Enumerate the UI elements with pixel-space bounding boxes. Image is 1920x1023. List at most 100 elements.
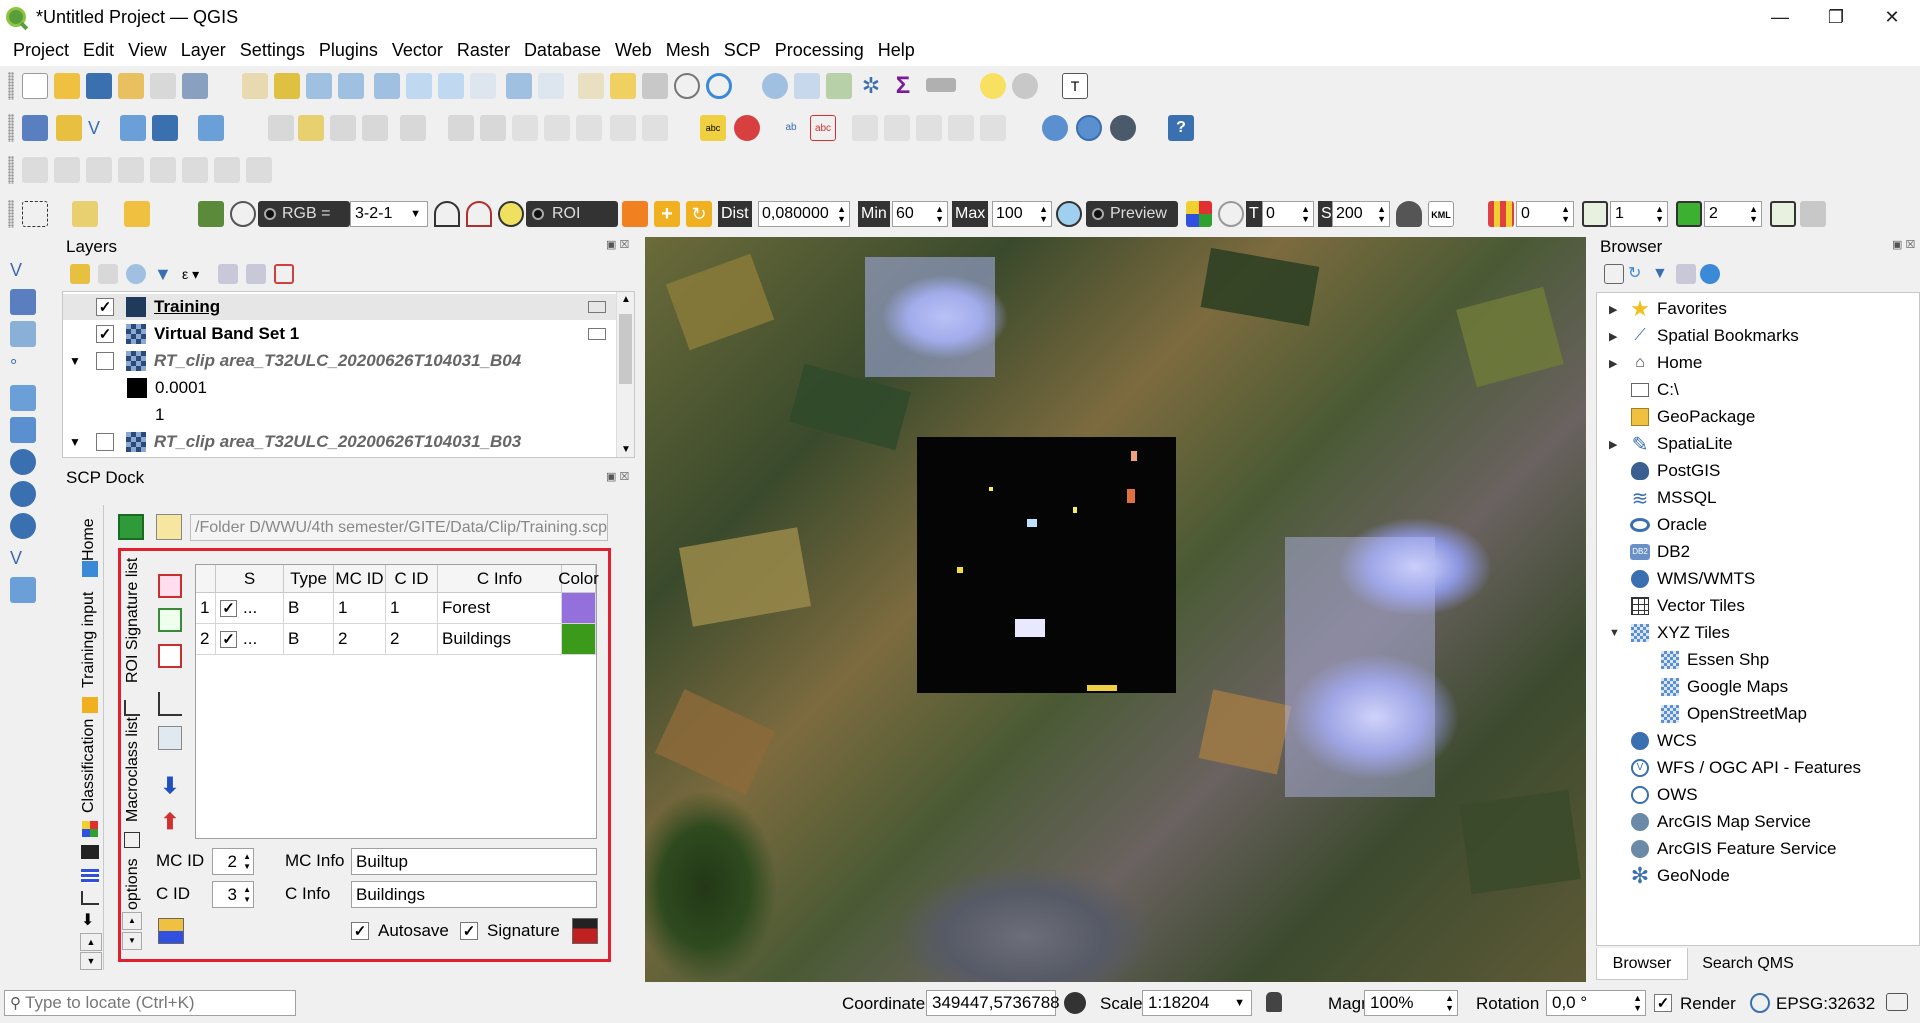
add-vector-layer-icon[interactable] xyxy=(56,115,82,141)
menu-scp[interactable]: SCP xyxy=(717,40,768,61)
mc-info-input[interactable]: Builtup xyxy=(351,848,597,875)
filter-legend-icon[interactable]: ▼ xyxy=(154,264,174,284)
tab-scroll-up-icon[interactable]: ▲ xyxy=(80,933,102,951)
tab-classification[interactable]: Classification xyxy=(80,719,98,813)
mc-id-spinbox[interactable]: 2 ▲ ▼ xyxy=(212,848,254,875)
new-bookmark-icon[interactable] xyxy=(610,73,636,99)
inner-tab-scroll-down-icon[interactable]: ▼ xyxy=(122,932,142,950)
zoom-to-temp-roi-icon[interactable] xyxy=(498,201,524,227)
c-id-cell[interactable]: 1 xyxy=(386,593,438,624)
scroll-down-icon[interactable]: ▼ xyxy=(621,444,631,455)
layer-checkbox[interactable]: ✓ xyxy=(96,325,114,343)
rotate-feature-icon[interactable] xyxy=(54,157,80,183)
filter-expression-icon[interactable]: ε ▾ xyxy=(182,264,212,284)
expand-arrow-icon[interactable]: ▶ xyxy=(1609,438,1617,451)
browser-dock-buttons[interactable]: ▣ ☒ xyxy=(1892,238,1915,251)
preview-toggle[interactable]: Preview xyxy=(1086,201,1178,227)
classification-preview-icon[interactable] xyxy=(1186,201,1212,227)
add-geopackage-icon[interactable] xyxy=(10,385,36,411)
browser-item-wfs[interactable]: V WFS / OGC API - Features xyxy=(1629,755,1861,781)
paste-features-icon[interactable] xyxy=(576,115,602,141)
add-delimited-text-icon[interactable]: V xyxy=(88,115,114,141)
browser-item-spatial-bookmarks[interactable]: ⟋ Spatial Bookmarks xyxy=(1629,323,1798,349)
add-group-icon[interactable] xyxy=(98,264,118,284)
advanced-digitizing-icon[interactable] xyxy=(22,157,48,183)
text-annotation-icon[interactable]: T xyxy=(1062,73,1088,99)
layer-styling-icon[interactable] xyxy=(70,264,90,284)
collapse-all-icon[interactable] xyxy=(246,264,266,284)
render-checkbox[interactable]: ✓ xyxy=(1654,994,1672,1012)
new-vector-layer-icon[interactable] xyxy=(198,115,224,141)
fill-ring-icon[interactable] xyxy=(182,157,208,183)
column-header-c-info[interactable]: C Info xyxy=(438,565,562,593)
expand-arrow-icon[interactable]: ▶ xyxy=(1609,357,1617,370)
zoom-last-icon[interactable] xyxy=(506,73,532,99)
expand-all-icon[interactable] xyxy=(218,264,238,284)
browser-item-postgis[interactable]: PostGIS xyxy=(1629,458,1720,484)
mc-id-cell[interactable]: 2 xyxy=(334,624,386,655)
layer-checkbox[interactable]: ✓ xyxy=(96,298,114,316)
delete-selected-icon[interactable] xyxy=(480,115,506,141)
map-canvas[interactable] xyxy=(645,237,1586,982)
browser-item-geopackage[interactable]: GeoPackage xyxy=(1629,404,1755,430)
browser-item-xyz-tiles[interactable]: XYZ Tiles xyxy=(1629,620,1730,646)
max-spinbox[interactable]: 100 ▲ ▼ xyxy=(992,201,1052,227)
open-training-file-icon[interactable] xyxy=(156,514,182,540)
scp-tool-1-icon[interactable] xyxy=(1582,201,1608,227)
copy-features-icon[interactable] xyxy=(544,115,570,141)
browser-refresh-icon[interactable]: ↻ xyxy=(1628,264,1648,284)
download-tab-icon[interactable]: ⬇ xyxy=(81,913,99,929)
c-id-spinbox[interactable]: 3 ▲ ▼ xyxy=(212,881,254,908)
layer-row-b03[interactable]: ▼ RT_clip area_T32ULC_20200626T104031_B0… xyxy=(63,429,618,455)
simplify-feature-icon[interactable] xyxy=(86,157,112,183)
browser-item-ows[interactable]: OWS xyxy=(1629,782,1698,808)
menu-edit[interactable]: Edit xyxy=(76,40,121,61)
add-part-icon[interactable] xyxy=(150,157,176,183)
add-virtual-layer-icon[interactable] xyxy=(10,577,36,603)
zoom-in-icon[interactable] xyxy=(306,73,332,99)
layer-indicator-icon[interactable] xyxy=(588,301,606,313)
scp-main-interface-icon[interactable] xyxy=(198,201,224,227)
toggle-editing-icon[interactable] xyxy=(298,115,324,141)
column-header-s[interactable]: S xyxy=(216,565,284,593)
menu-view[interactable]: View xyxy=(121,40,174,61)
activate-roi-pointer-icon[interactable]: + xyxy=(654,201,680,227)
diagram-icon[interactable] xyxy=(734,115,760,141)
local-cumulative-stretch-icon[interactable] xyxy=(434,201,460,227)
coordinate-field[interactable]: 349447,5736788 xyxy=(926,990,1060,1016)
new-map-view-icon[interactable] xyxy=(578,73,604,99)
select-by-expression-icon[interactable] xyxy=(72,201,98,227)
row-checkbox[interactable]: ✓ xyxy=(220,630,237,648)
minimize-button[interactable]: — xyxy=(1752,0,1808,34)
type-cell[interactable]: B xyxy=(284,593,334,624)
quickmapservices-icon[interactable] xyxy=(1042,115,1068,141)
add-vector-icon[interactable]: V xyxy=(10,257,36,283)
browser-item-db2[interactable]: DB2 DB2 xyxy=(1629,539,1690,565)
rgb-combo[interactable]: 3-2-1 ▼ xyxy=(350,201,428,227)
transparency-spinbox[interactable]: 0 ▲ ▼ xyxy=(1262,201,1314,227)
browser-item-mssql[interactable]: ≋ MSSQL xyxy=(1629,485,1717,511)
browser-item-essen-shp[interactable]: Essen Shp xyxy=(1659,647,1769,673)
column-header-color[interactable]: Color xyxy=(558,565,599,593)
browser-item-oracle[interactable]: Oracle xyxy=(1629,512,1707,538)
expand-arrow-icon[interactable]: ▼ xyxy=(69,354,81,368)
cut-features-icon[interactable] xyxy=(512,115,538,141)
redo-roi-icon[interactable]: ↻ xyxy=(686,201,712,227)
save-edits-icon[interactable] xyxy=(330,115,356,141)
browser-item-openstreetmap[interactable]: OpenStreetMap xyxy=(1659,701,1807,727)
import-signatures-icon[interactable]: ⬇ xyxy=(158,774,182,798)
scatter-plot-icon[interactable] xyxy=(158,726,182,750)
pan-to-selection-icon[interactable] xyxy=(274,73,300,99)
tab-options[interactable]: options xyxy=(124,858,142,910)
spectral-plot-icon[interactable] xyxy=(158,692,182,716)
save-temp-roi-icon[interactable] xyxy=(158,918,184,944)
browser-item-wcs[interactable]: WCS xyxy=(1629,728,1697,754)
training-file-path[interactable]: /Folder D/WWU/4th semester/GITE/Data/Cli… xyxy=(190,514,608,541)
tab-search-qms[interactable]: Search QMS xyxy=(1688,948,1808,980)
inner-tab-scroll-up-icon[interactable]: ▲ xyxy=(122,912,142,930)
measure-line-icon[interactable] xyxy=(926,78,956,92)
c-info-cell[interactable]: Buildings xyxy=(438,624,562,655)
c-info-input[interactable]: Buildings xyxy=(351,881,597,908)
map-tips-icon[interactable] xyxy=(980,73,1006,99)
layout-manager-icon[interactable] xyxy=(150,73,176,99)
